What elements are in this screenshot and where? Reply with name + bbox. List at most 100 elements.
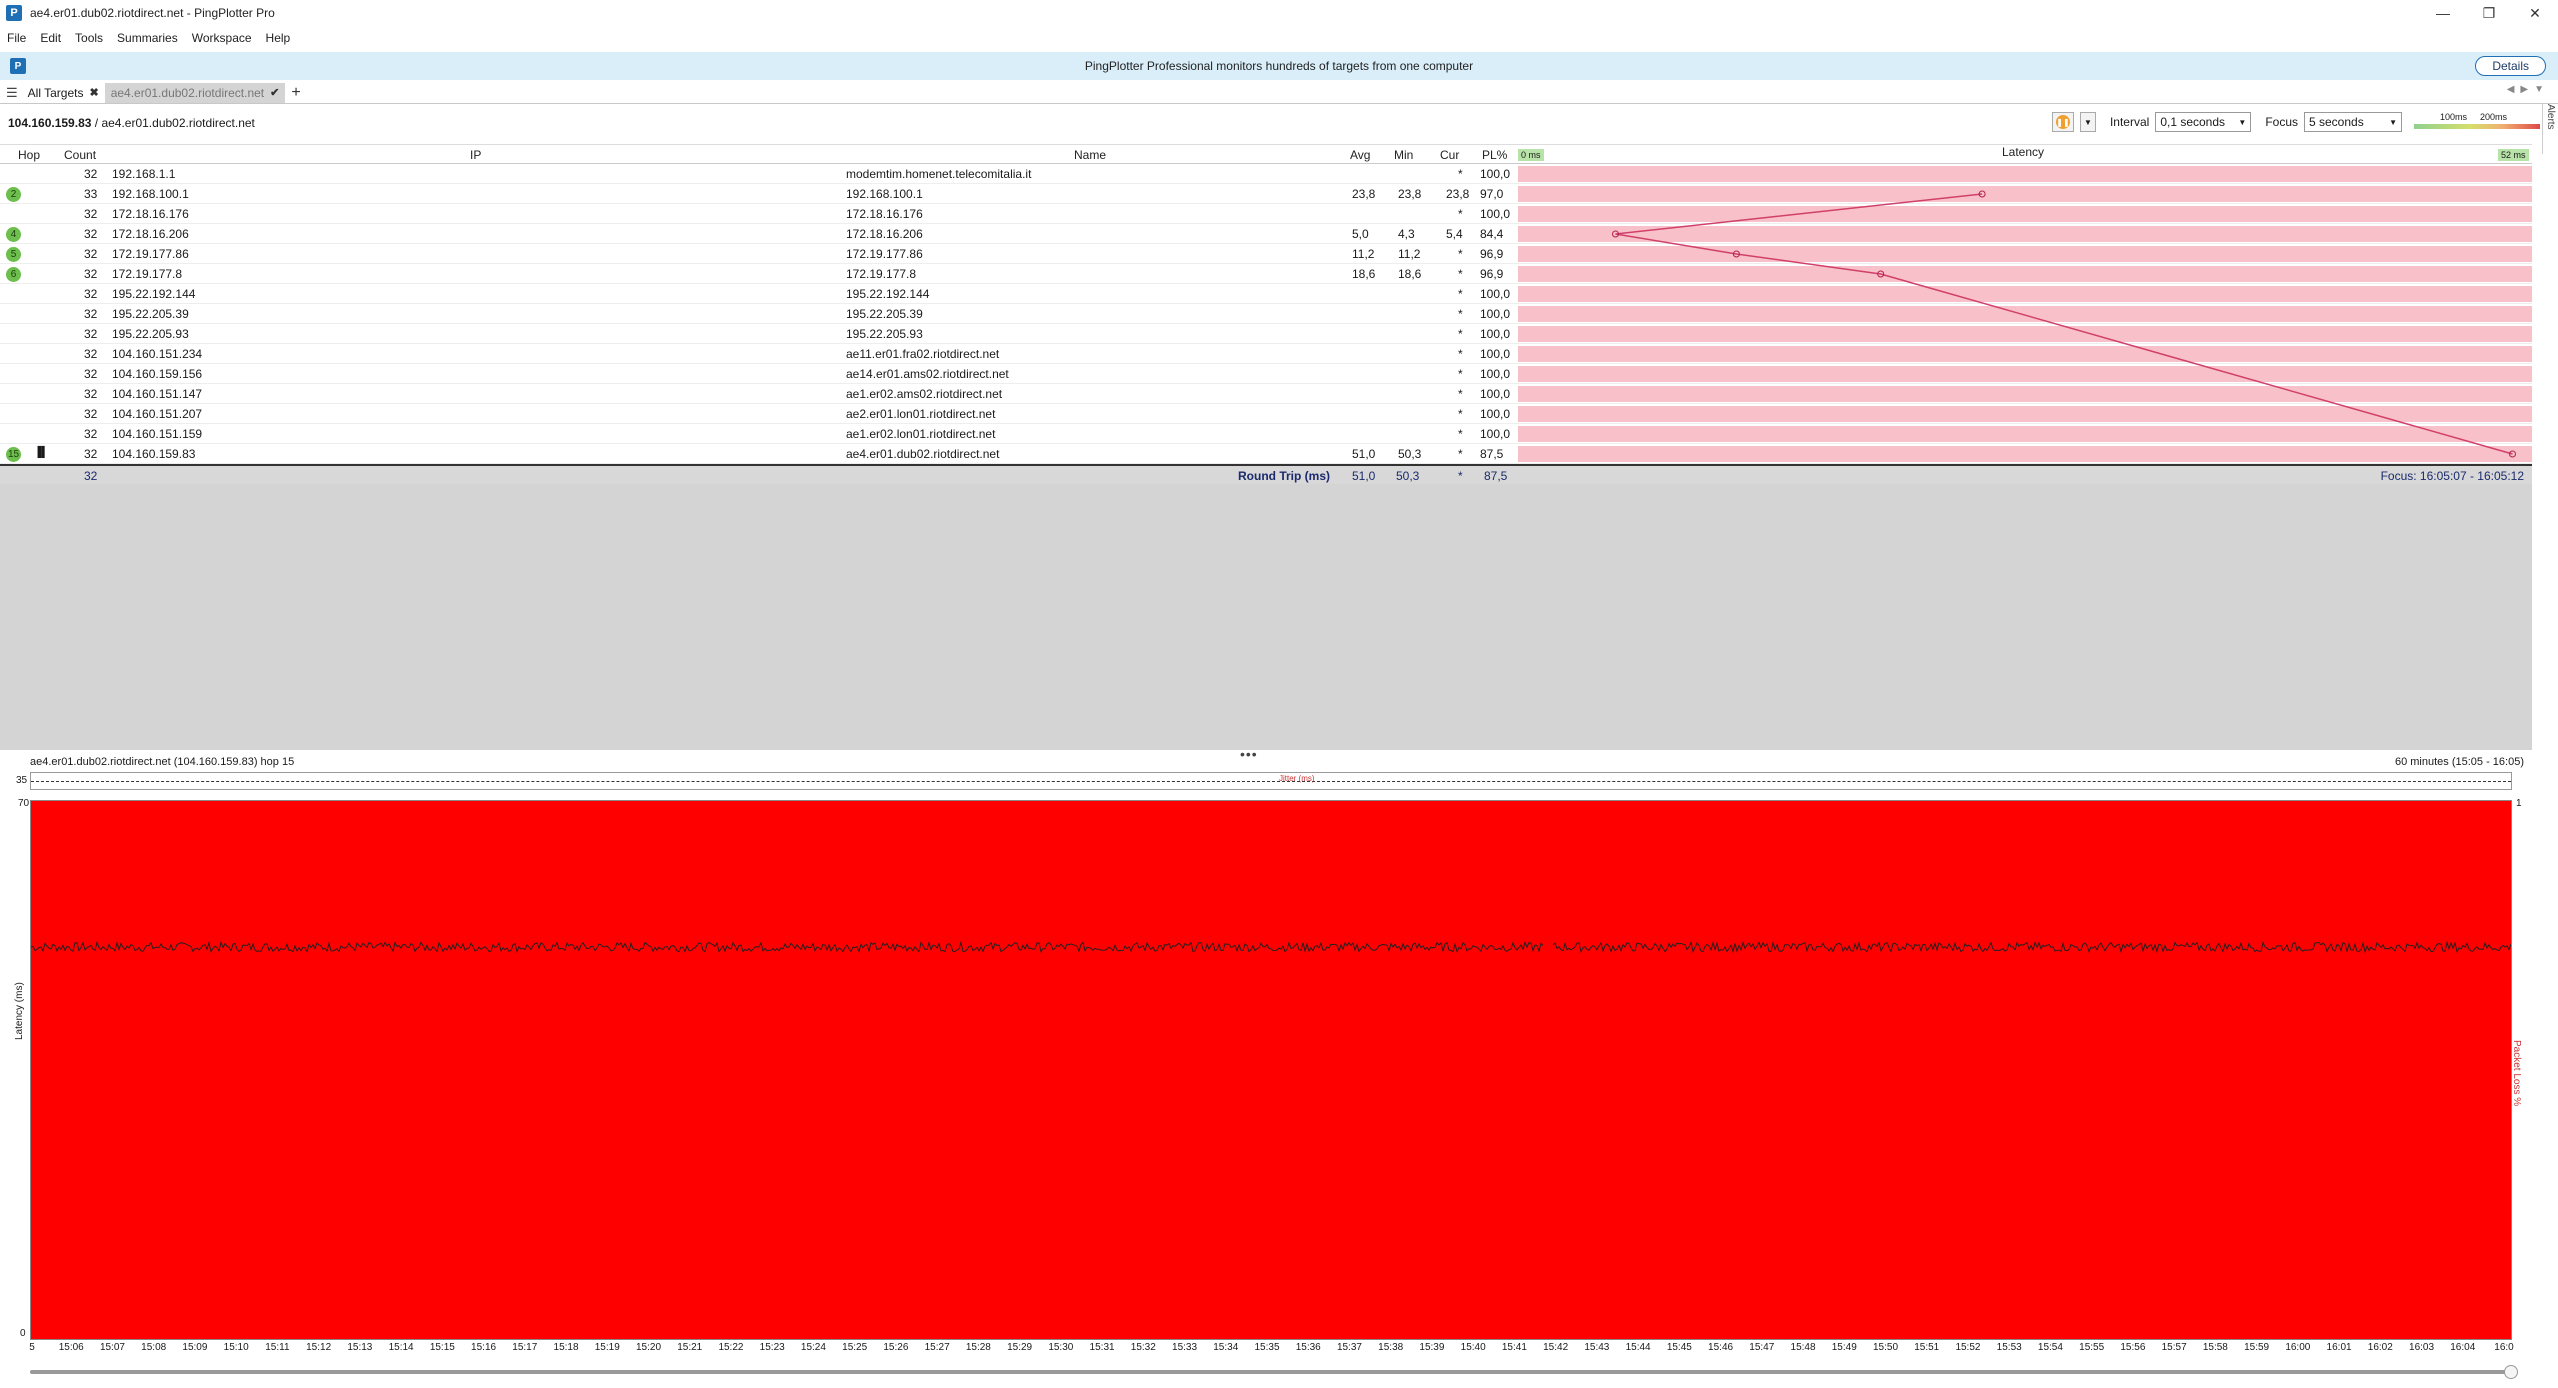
chevron-down-icon: ▼ xyxy=(2389,117,2397,127)
x-tick-label: 16:02 xyxy=(2367,1342,2393,1353)
tab-bar: ☰ All Targets ✖ ae4.er01.dub02.riotdirec… xyxy=(0,82,2558,104)
jitter-line xyxy=(31,781,2511,782)
tab-label: ae4.er01.dub02.riotdirect.net xyxy=(110,85,265,100)
x-tick-label: 15:59 xyxy=(2244,1342,2270,1353)
x-tick-label: 15:27 xyxy=(924,1342,950,1353)
jitter-max-label: 35 xyxy=(16,775,28,786)
x-tick-label: 15:29 xyxy=(1007,1342,1033,1353)
trace-table: Hop Count IP Name Avg Min Cur PL% 0 ms L… xyxy=(0,144,2532,484)
breadcrumb-separator: / xyxy=(91,116,102,130)
interval-select[interactable]: 0,1 seconds ▼ xyxy=(2155,112,2252,132)
x-tick-label: 16:00 xyxy=(2285,1342,2311,1353)
x-tick-label: 15:30 xyxy=(1048,1342,1074,1353)
latency-trace-line xyxy=(1615,193,2513,455)
app-logo-icon: P xyxy=(6,5,22,21)
panel-splitter-handle[interactable]: ••• xyxy=(1240,746,1258,762)
x-tick-label: 15:47 xyxy=(1749,1342,1775,1353)
promo-banner: P PingPlotter Professional monitors hund… xyxy=(0,52,2558,80)
x-tick-label: 15:48 xyxy=(1790,1342,1816,1353)
graph-time-range[interactable]: 60 minutes (15:05 - 16:05) xyxy=(2395,756,2524,768)
x-tick-label: 16:0 xyxy=(2494,1342,2514,1353)
tab-all-targets[interactable]: All Targets ✖ xyxy=(22,83,105,103)
alerts-side-tab[interactable]: Alerts xyxy=(2542,104,2558,154)
x-tick-label: 15:17 xyxy=(512,1342,538,1353)
x-tick-label: 15:52 xyxy=(1955,1342,1981,1353)
x-tick-label: 15:11 xyxy=(265,1342,290,1353)
toolbar: 104.160.159.83 / ae4.er01.dub02.riotdire… xyxy=(0,108,2540,138)
x-tick-label: 15:41 xyxy=(1501,1342,1527,1353)
menu-edit[interactable]: Edit xyxy=(33,31,68,45)
x-tick-label: 15:35 xyxy=(1254,1342,1280,1353)
details-button[interactable]: Details xyxy=(2475,56,2546,76)
x-tick-label: 15:45 xyxy=(1666,1342,1692,1353)
close-button[interactable]: ✕ xyxy=(2512,0,2558,26)
latency-line xyxy=(30,940,2512,954)
x-tick-label: 15:50 xyxy=(1872,1342,1899,1353)
x-tick-label: 16:03 xyxy=(2409,1342,2435,1353)
x-tick-label: 15:08 xyxy=(141,1342,167,1353)
x-tick-label: 15:34 xyxy=(1213,1342,1239,1353)
x-tick-label: 15:13 xyxy=(347,1342,373,1353)
y-axis-label: Latency (ms) xyxy=(14,982,25,1040)
y-axis-min-label: 0 xyxy=(20,1328,26,1339)
x-tick-label: 15:58 xyxy=(2202,1342,2228,1353)
breadcrumb-ip: 104.160.159.83 xyxy=(8,116,92,130)
x-tick-label: 15:43 xyxy=(1584,1342,1610,1353)
breadcrumb: 104.160.159.83 / ae4.er01.dub02.riotdire… xyxy=(0,116,255,130)
y-axis-right-label: Packet Loss % xyxy=(2511,1040,2522,1107)
tab-scroll-arrows[interactable]: ◀▶▼ xyxy=(2507,84,2550,95)
close-tab-icon[interactable]: ✖ xyxy=(89,86,98,99)
x-tick-label: 15:26 xyxy=(883,1342,909,1353)
maximize-button[interactable]: ❐ xyxy=(2466,0,2512,26)
x-tick-label: 15:09 xyxy=(182,1342,208,1353)
x-tick-label: 15:55 xyxy=(2079,1342,2105,1353)
jitter-graph: Jitter (ms) xyxy=(30,772,2512,790)
menu-file[interactable]: File xyxy=(0,31,33,45)
pause-button[interactable]: ❚❚ xyxy=(2051,112,2074,132)
latency-line-svg xyxy=(30,940,2512,954)
interval-value: 0,1 seconds xyxy=(2160,115,2226,129)
x-tick-label: 15:18 xyxy=(553,1342,579,1353)
x-tick-label: 15:54 xyxy=(2037,1342,2063,1353)
x-tick-label: 15:12 xyxy=(306,1342,332,1353)
x-tick-label: 15:40 xyxy=(1460,1342,1486,1353)
latency-time-graph[interactable] xyxy=(30,800,2512,1340)
menu-help[interactable]: Help xyxy=(259,31,298,45)
x-tick-label: 15:36 xyxy=(1295,1342,1321,1353)
menu-tools[interactable]: Tools xyxy=(68,31,110,45)
pause-dropdown-button[interactable]: ▼ xyxy=(2079,112,2096,132)
x-tick-label: 15:46 xyxy=(1708,1342,1734,1353)
title-bar: P ae4.er01.dub02.riotdirect.net - PingPl… xyxy=(0,0,2558,26)
x-tick-label: 15:28 xyxy=(965,1342,991,1353)
x-tick-label: 15:32 xyxy=(1130,1342,1156,1353)
hamburger-menu-icon[interactable]: ☰ xyxy=(0,85,22,101)
pingplotter-logo-icon: P xyxy=(10,58,26,74)
x-tick-label: 15:06 xyxy=(58,1342,84,1353)
x-tick-label: 16:04 xyxy=(2450,1342,2476,1353)
minimize-button[interactable]: — xyxy=(2420,0,2466,26)
add-tab-button[interactable]: + xyxy=(285,84,306,102)
x-tick-label: 15:56 xyxy=(2120,1342,2146,1353)
x-tick-label: 15:15 xyxy=(429,1342,455,1353)
timeline-scroll-thumb[interactable] xyxy=(2504,1365,2518,1379)
focus-label: Focus xyxy=(2265,115,2298,129)
empty-trace-area xyxy=(0,484,2532,750)
checkmark-icon[interactable]: ✔ xyxy=(270,86,279,99)
latency-scale-legend: 100ms 200ms xyxy=(2414,112,2540,132)
tab-current-target[interactable]: ae4.er01.dub02.riotdirect.net ✔ xyxy=(104,82,286,103)
x-tick-label: 15:10 xyxy=(223,1342,249,1353)
x-tick-label: 15:24 xyxy=(800,1342,826,1353)
menu-workspace[interactable]: Workspace xyxy=(185,31,259,45)
y-axis-max-label: 70 xyxy=(18,798,30,809)
x-axis: 5 15:06 15:07 15:08 15:09 15:10 15:11 15:12 15:1… xyxy=(29,1342,2514,1356)
window-controls: — ❐ ✕ xyxy=(2420,0,2558,26)
menu-summaries[interactable]: Summaries xyxy=(110,31,185,45)
x-tick-label: 15:44 xyxy=(1625,1342,1651,1353)
x-tick-label: 15:25 xyxy=(842,1342,868,1353)
focus-select[interactable]: 5 seconds ▼ xyxy=(2304,112,2402,132)
y-axis-right-max-label: 1 xyxy=(2516,798,2522,809)
x-tick-label: 15:42 xyxy=(1543,1342,1569,1353)
interval-label: Interval xyxy=(2109,115,2150,129)
x-tick-label: 16:01 xyxy=(2326,1342,2352,1353)
timeline-scrollbar[interactable] xyxy=(30,1365,2518,1379)
